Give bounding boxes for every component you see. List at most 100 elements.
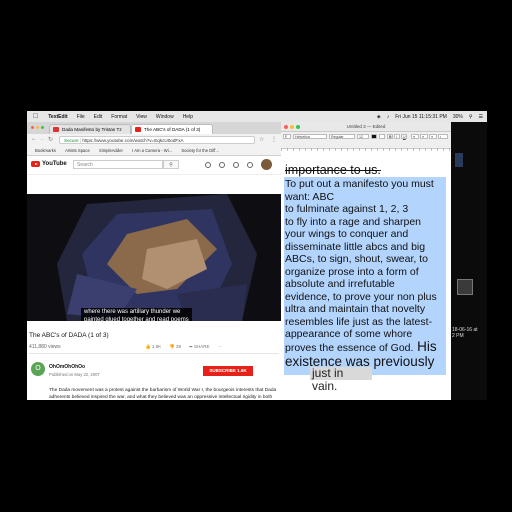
secure-label: Secure (64, 138, 79, 143)
upload-icon[interactable] (205, 162, 211, 168)
unselected-text: His (413, 338, 437, 354)
minimize-window-icon[interactable] (36, 126, 39, 129)
messages-icon[interactable] (233, 162, 239, 168)
text-line: to fulminate against 1, 2, 3 (285, 203, 409, 215)
text-color-icon[interactable] (371, 134, 377, 139)
align-right-icon[interactable]: ≡ (429, 134, 437, 139)
selected-text[interactable]: To put out a manifesto you must want: AB… (285, 178, 447, 369)
text-line: ABCs, to sign, shout, swear, to (285, 253, 428, 265)
textedit-titlebar: Untitled 3 — Edited (281, 122, 451, 132)
more-actions-icon[interactable]: ⋯ (218, 344, 223, 350)
menu-edit[interactable]: Edit (94, 114, 103, 120)
view-count: 411,880 views (29, 344, 61, 350)
textedit-window: Untitled 3 — Edited ¶ Helvetica Regular … (281, 122, 451, 400)
filename-line: 2 PM (452, 333, 464, 339)
channel-avatar[interactable]: O (31, 362, 45, 376)
text-line: your wings to conquer and (285, 228, 409, 240)
screenshot-file-icon[interactable] (457, 279, 473, 295)
menu-help[interactable]: Help (183, 114, 193, 120)
menu-file[interactable]: File (77, 114, 85, 120)
text-line: To put out a manifesto you must (285, 178, 434, 190)
bold-icon[interactable]: B (387, 134, 393, 139)
zoom-window-icon[interactable] (41, 126, 44, 129)
battery-status[interactable]: 30% (453, 114, 463, 120)
text-line: proves the essence of God. (285, 341, 414, 354)
bookmarks-bar: Bookmarks Artists Space SimpleAdder I Am… (27, 146, 281, 156)
text-line: to fly into a rage and sharpen (285, 215, 422, 228)
tab-label: Dada Manifesto by Tristan Tz (62, 127, 122, 132)
notifications-icon[interactable] (247, 162, 253, 168)
publish-date: Published on May 22, 2007 (49, 372, 100, 377)
text-line: evidence, to prove your non plus (285, 290, 437, 303)
close-window-icon[interactable] (31, 126, 34, 129)
share-button[interactable]: ➦ SHARE (189, 344, 210, 350)
tab-abc-of-dada[interactable]: The ABC's of DADA (1 of 3) (131, 124, 213, 134)
youtube-play-icon (31, 161, 40, 167)
reload-icon[interactable]: ↻ (48, 136, 53, 143)
search-icon[interactable]: ⚲ (469, 114, 473, 120)
apps-icon[interactable] (219, 162, 225, 168)
text-line: ultra and maintain that novelty (285, 303, 426, 315)
search-button[interactable]: ⚲ (163, 160, 179, 169)
menu-window[interactable]: Window (156, 114, 174, 120)
bookmark-item[interactable]: Artists Space (65, 148, 90, 153)
text-line: resembles life just as the latest- (285, 315, 433, 328)
font-style-select[interactable]: Regular (329, 134, 355, 139)
zoom-window-icon[interactable] (296, 124, 300, 129)
bookmark-item[interactable]: Society for the Diff... (181, 148, 219, 153)
align-center-icon[interactable]: ≡ (420, 134, 428, 139)
minimize-window-icon[interactable] (290, 124, 294, 129)
video-actions: 👍 1.6K 👎 39 ➦ SHARE ⋯ (145, 344, 222, 350)
desktop-file-icon[interactable] (455, 153, 463, 167)
more-menu-icon[interactable]: ⋮ (271, 136, 277, 143)
background-window-text: just in vain. (310, 367, 372, 393)
dislike-button[interactable]: 👎 39 (169, 344, 181, 350)
list-icon[interactable]: • (438, 134, 448, 139)
menu-bar:  TextEdit File Edit Format View Window … (27, 111, 487, 122)
url-bar[interactable]: Secure | https://www.youtube.com/watch?v… (59, 136, 255, 144)
video-frame (27, 194, 281, 321)
browser-window: Dada Manifesto by Tristan Tz The ABC's o… (27, 122, 281, 400)
close-window-icon[interactable] (284, 124, 288, 129)
bookmark-item[interactable]: Bookmarks (35, 148, 56, 153)
account-avatar[interactable] (261, 159, 272, 170)
document-title: Untitled 3 — Edited (346, 124, 386, 129)
font-size-select[interactable]: 12 (357, 134, 369, 139)
highlight-color-icon[interactable] (379, 134, 385, 139)
screenshot-filename[interactable]: 18-06-16 at 2 PM (452, 327, 486, 339)
document-area[interactable]: importance to us. To put out a manifesto… (281, 151, 451, 400)
italic-icon[interactable]: I (394, 134, 400, 139)
menu-status-area: ◈ ♪ Fri Jun 15 11:15:31 PM 30% ⚲ ☰ (377, 111, 483, 122)
menu-app-name[interactable]: TextEdit (48, 114, 67, 120)
clock[interactable]: Fri Jun 15 11:15:31 PM (395, 114, 447, 120)
align-left-icon[interactable]: ≡ (411, 134, 419, 139)
tab-dada-manifesto[interactable]: Dada Manifesto by Tristan Tz (49, 124, 131, 134)
bookmark-item[interactable]: I Am a Camera - Wi... (132, 148, 172, 153)
apple-menu-icon[interactable]:  (33, 113, 38, 120)
video-title: The ABC's of DADA (1 of 3) (29, 332, 109, 339)
font-family-select[interactable]: Helvetica (293, 134, 327, 139)
like-count: 1.6K (151, 344, 162, 349)
video-description: The Dada movement was a protest against … (49, 388, 277, 400)
bookmark-item[interactable]: SimpleAdder (99, 148, 123, 153)
tab-favicon-icon (53, 127, 59, 132)
like-button[interactable]: 👍 1.6K (145, 344, 161, 350)
text-line: absolute and irrefutable (285, 278, 395, 290)
menu-list-icon[interactable]: ☰ (479, 114, 483, 120)
wifi-icon[interactable]: ◈ (377, 114, 381, 120)
paragraph-style-icon[interactable]: ¶ (283, 134, 291, 139)
menu-view[interactable]: View (136, 114, 147, 120)
underline-icon[interactable]: U (401, 134, 407, 139)
video-player[interactable]: where there was artillary thunder we pai… (27, 194, 281, 321)
youtube-logo[interactable]: YouTube (31, 161, 67, 167)
star-icon[interactable]: ☆ (259, 136, 264, 143)
struck-through-line: importance to us. (285, 163, 381, 177)
subscribe-button[interactable]: SUBSCRIBE 1.6K (203, 366, 253, 376)
volume-icon[interactable]: ♪ (387, 114, 390, 120)
share-label: SHARE (194, 344, 210, 349)
channel-name[interactable]: OhOmOhOhOo (49, 364, 85, 370)
menu-format[interactable]: Format (111, 114, 127, 120)
youtube-search-input[interactable]: Search (73, 160, 163, 169)
back-icon[interactable]: ← (31, 136, 37, 142)
forward-icon[interactable]: → (39, 136, 45, 142)
